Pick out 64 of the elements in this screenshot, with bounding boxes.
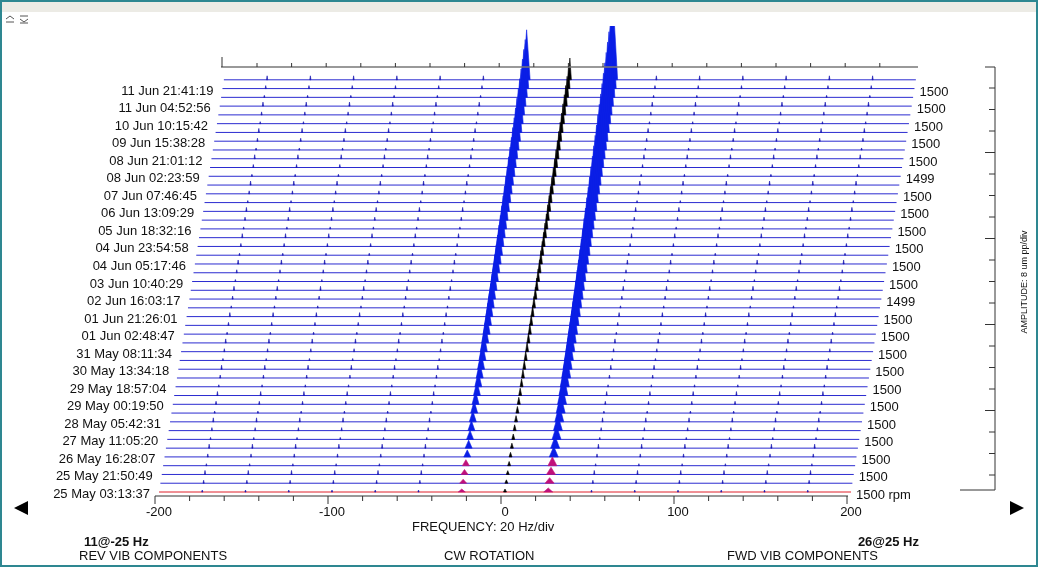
timestamp-label: 04 Jun 05:17:46: [92, 258, 186, 273]
speed-label: 1500: [894, 241, 924, 257]
speed-label: 1499: [905, 171, 935, 187]
timestamp-label: 25 May 03:13:37: [53, 486, 150, 501]
speed-label: 1500: [900, 206, 930, 222]
speed-label: 1500: [916, 101, 946, 117]
speed-label: 1500: [897, 223, 927, 239]
timestamp-label: 04 Jun 23:54:58: [95, 240, 189, 256]
speed-label: 1500: [883, 311, 913, 327]
speed-label: 1500: [913, 118, 943, 134]
timestamp-label: 30 May 13:34:18: [72, 363, 170, 379]
timestamp-label: 09 Jun 15:38:28: [111, 135, 206, 151]
speed-label: 1500: [891, 259, 921, 274]
expand-icon[interactable]: [6, 15, 14, 23]
speed-label: 1500: [875, 364, 905, 380]
axis-title: AMPLITUDE: 8 um pp/div: [1019, 230, 1029, 334]
timestamp-label: 01 Jun 02:48:47: [81, 328, 175, 344]
axis-tick-label: 200: [840, 504, 862, 519]
timestamp-label: 11 Jun 04:52:56: [118, 100, 211, 116]
speed-label: 1500: [880, 329, 910, 345]
scroll-right-icon[interactable]: [1010, 501, 1024, 515]
axis-tick-label: 100: [667, 504, 689, 519]
speed-label: 1500: [858, 469, 888, 485]
axis-tick-label: 0: [501, 504, 509, 519]
speed-label: 1500: [902, 188, 932, 204]
axis-tick-label: -100: [319, 504, 345, 519]
speed-label: 1500: [861, 451, 891, 467]
speed-label: 1500: [911, 136, 941, 152]
marker-value: 26@25 Hz: [857, 534, 919, 549]
timestamp-label: 29 May 00:19:50: [66, 398, 164, 414]
collapse-icon[interactable]: [20, 14, 28, 24]
timestamp-label: 28 May 05:42:31: [64, 415, 162, 431]
axis-title: FREQUENCY: 20 Hz/div: [412, 519, 555, 534]
speed-label: 1500: [867, 416, 896, 432]
timestamp-label: 02 Jun 16:03:17: [87, 293, 181, 309]
speed-label: 1500: [872, 381, 902, 397]
timestamp-label: 08 Jun 02:23:59: [106, 170, 200, 186]
timestamp-label: 08 Jun 21:01:12: [109, 152, 203, 168]
speed-label: 1499: [886, 294, 916, 310]
speed-label: 1500: [878, 346, 907, 362]
timestamp-label: 10 Jun 10:15:42: [114, 117, 208, 133]
speed-label: 1500: [889, 276, 919, 292]
timestamp-label: 06 Jun 13:09:29: [100, 205, 195, 221]
timestamp-label: 31 May 08:11:34: [76, 345, 173, 361]
caption: CW ROTATION: [444, 548, 535, 563]
timestamp-label: 29 May 18:57:04: [69, 380, 167, 396]
timestamp-label: 25 May 21:50:49: [55, 468, 153, 484]
timestamp-label: 05 Jun 18:32:16: [98, 222, 192, 238]
axis-tick-label: -200: [146, 504, 172, 519]
speed-label: 1500: [919, 83, 949, 99]
speed-label: 1500 rpm: [856, 487, 911, 502]
caption: REV VIB COMPONENTS: [79, 548, 228, 563]
marker-value: 11@-25 Hz: [84, 534, 149, 549]
scroll-left-icon[interactable]: [14, 501, 28, 515]
speed-label: 1500: [869, 399, 899, 415]
timestamp-label: 11 Jun 21:41:19: [121, 82, 214, 98]
timestamp-label: 27 May 11:05:20: [62, 433, 159, 449]
speed-label: 1500: [864, 434, 894, 450]
timestamp-label: 01 Jun 21:26:01: [84, 310, 178, 326]
caption: FWD VIB COMPONENTS: [727, 548, 878, 563]
timestamp-label: 07 Jun 07:46:45: [103, 187, 197, 203]
speed-label: 1500: [908, 153, 938, 169]
timestamp-label: 03 Jun 10:40:29: [89, 275, 184, 291]
timestamp-label: 26 May 16:28:07: [58, 450, 156, 466]
